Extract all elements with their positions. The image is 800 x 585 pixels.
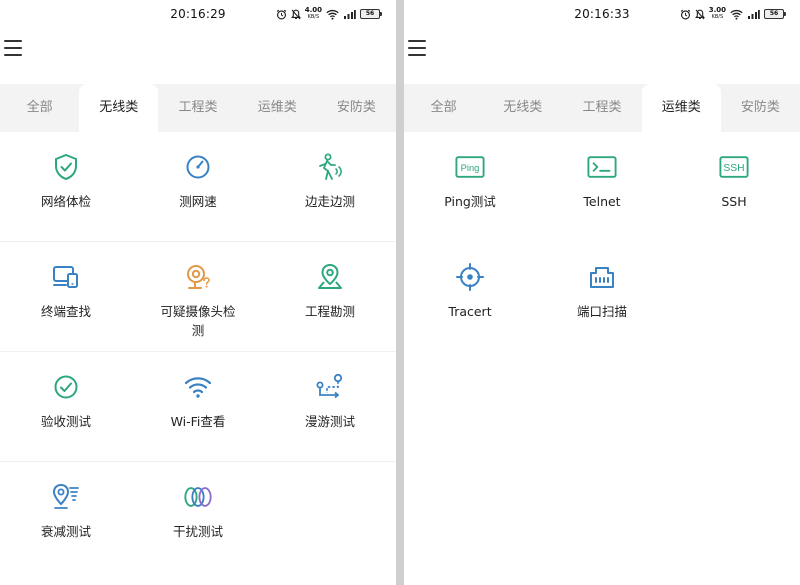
network-speed: 4.00 KB/S [304, 6, 322, 21]
tool-label: Ping测试 [444, 194, 496, 209]
category-tabs: 全部 无线类 工程类 运维类 安防类 [404, 84, 800, 132]
svg-text:SSH: SSH [723, 163, 744, 174]
menu-icon[interactable] [408, 40, 426, 56]
tool-label: SSH [721, 194, 747, 209]
tool-label: 衰减测试 [40, 524, 91, 539]
tool-label: 网络体检 [40, 194, 91, 209]
roaming-path-icon [315, 372, 345, 402]
tool-label: 验收测试 [40, 414, 91, 429]
tool-attenuation-test[interactable]: 衰减测试 [0, 462, 132, 572]
speed-gauge-icon [183, 152, 213, 182]
tool-label: Telnet [583, 194, 621, 209]
alarm-icon [276, 9, 287, 20]
tool-label: Wi-Fi查看 [170, 414, 226, 429]
tool-camera-detect[interactable]: 可疑摄像头检测 [132, 242, 264, 351]
tool-speed-test[interactable]: 测网速 [132, 132, 264, 241]
terminal-icon [587, 152, 617, 182]
app-toolbar [404, 30, 800, 70]
tool-terminal-search[interactable]: 终端查找 [0, 242, 132, 351]
battery-indicator: 56 [360, 9, 382, 19]
tab-engineering[interactable]: 工程类 [158, 84, 237, 132]
tool-label: 可疑摄像头检测 [160, 304, 236, 338]
menu-icon[interactable] [4, 40, 22, 56]
map-pin-icon [315, 262, 345, 292]
status-bar: 20:16:33 3.00 KB/S 56 [404, 0, 800, 30]
shield-check-icon [51, 152, 81, 182]
crosshair-icon [455, 262, 485, 292]
signal-strength-icon [747, 9, 760, 20]
ssh-icon: SSH [719, 152, 749, 182]
tab-all[interactable]: 全部 [0, 84, 79, 132]
tool-interference-test[interactable]: 干扰测试 [132, 462, 264, 572]
status-bar: 20:16:29 4.00 KB/S 56 [0, 0, 396, 30]
network-speed: 3.00 KB/S [708, 6, 726, 21]
tool-roaming-test[interactable]: 漫游测试 [264, 352, 396, 461]
battery-indicator: 56 [764, 9, 786, 19]
tool-label: 终端查找 [40, 304, 91, 319]
tab-operations[interactable]: 运维类 [641, 84, 721, 132]
alarm-icon [680, 9, 691, 20]
category-tabs: 全部 无线类 工程类 运维类 安防类 [0, 84, 396, 132]
tool-label: 边走边测 [304, 194, 355, 209]
mute-bell-icon [694, 9, 705, 20]
tool-label: 干扰测试 [172, 524, 223, 539]
tool-walk-test[interactable]: 边走边测 [264, 132, 396, 241]
tool-label: Tracert [448, 304, 492, 319]
tool-network-check[interactable]: 网络体检 [0, 132, 132, 241]
phone-screen-operations: 20:16:33 3.00 KB/S 56 全部 无线类 工程类 运维类 安防类… [404, 0, 800, 585]
tool-site-survey[interactable]: 工程勘测 [264, 242, 396, 351]
ping-icon: Ping [455, 152, 485, 182]
app-toolbar [0, 30, 396, 70]
tool-label: 测网速 [179, 194, 217, 209]
tool-label: 工程勘测 [304, 304, 355, 319]
tool-grid: Ping Ping测试 Telnet SSH SSH Tracert 端口扫描 [404, 132, 800, 352]
phone-screen-wireless: 20:16:29 4.00 KB/S 56 全部 无线类 工程类 运维类 安防类… [0, 0, 396, 585]
wifi-status-icon [730, 9, 743, 20]
interference-rings-icon [183, 482, 213, 512]
tab-all[interactable]: 全部 [404, 84, 483, 132]
tool-ping-test[interactable]: Ping Ping测试 [404, 132, 536, 242]
tab-wireless[interactable]: 无线类 [79, 84, 159, 132]
mute-bell-icon [290, 9, 301, 20]
tool-tracert[interactable]: Tracert [404, 242, 536, 352]
tool-label: 漫游测试 [304, 414, 355, 429]
wifi-status-icon [326, 9, 339, 20]
device-search-icon [51, 262, 81, 292]
ethernet-port-icon [587, 262, 617, 292]
tab-engineering[interactable]: 工程类 [562, 84, 641, 132]
camera-detect-icon [183, 262, 213, 292]
tab-operations[interactable]: 运维类 [238, 84, 317, 132]
tab-security[interactable]: 安防类 [721, 84, 800, 132]
tab-security[interactable]: 安防类 [317, 84, 396, 132]
signal-strength-icon [343, 9, 356, 20]
check-circle-icon [51, 372, 81, 402]
tool-wifi-view[interactable]: Wi-Fi查看 [132, 352, 264, 461]
tab-wireless[interactable]: 无线类 [483, 84, 562, 132]
attenuation-icon [51, 482, 81, 512]
tool-port-scan[interactable]: 端口扫描 [536, 242, 668, 352]
tool-grid: 网络体检 测网速 边走边测 终端查找 可疑摄像头检测 工程勘测 验收测试 Wi-… [0, 132, 396, 572]
tool-telnet[interactable]: Telnet [536, 132, 668, 242]
tool-ssh[interactable]: SSH SSH [668, 132, 800, 242]
tool-acceptance-test[interactable]: 验收测试 [0, 352, 132, 461]
wifi-icon [183, 372, 213, 402]
tool-label: 端口扫描 [576, 304, 627, 319]
walking-person-icon [315, 152, 345, 182]
svg-text:Ping: Ping [461, 163, 480, 173]
